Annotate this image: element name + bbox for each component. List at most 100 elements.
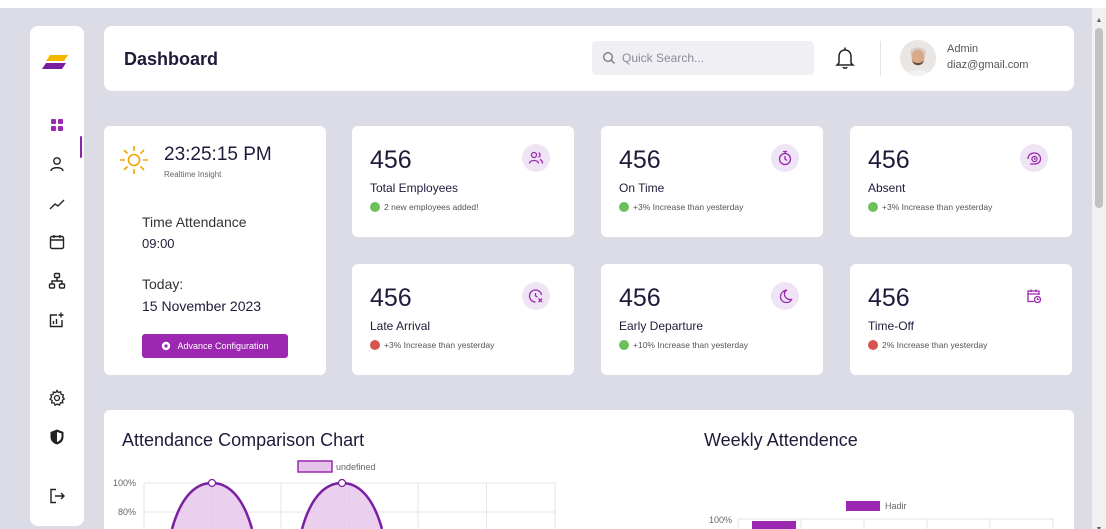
scroll-up-arrow[interactable]: ▲ — [1095, 17, 1103, 25]
sidebar-item-analytics[interactable] — [47, 194, 67, 214]
sidebar-item-users[interactable] — [47, 154, 67, 174]
stat-icon-badge — [522, 144, 550, 172]
user-name: Admin — [947, 43, 979, 55]
weekly-grid — [737, 518, 1054, 529]
trend-down-dot — [868, 340, 878, 350]
today-date: 15 November 2023 — [142, 298, 262, 314]
stat-note-text: +3% Increase than yesterday — [384, 340, 495, 350]
stat-icon-badge — [1020, 282, 1048, 310]
y-tick-label: 80% — [118, 507, 136, 517]
stat-card-late-arrival: 456 Late Arrival +3% Increase than yeste… — [352, 264, 574, 375]
trend-up-dot — [619, 202, 629, 212]
stat-card-total-employees: 456 Total Employees 2 new employees adde… — [352, 126, 574, 237]
time-attendance-label: Time Attendance — [142, 214, 247, 230]
sidebar-item-dashboard[interactable] — [47, 115, 67, 135]
search-input[interactable] — [622, 51, 802, 65]
sidebar-item-logout[interactable] — [47, 486, 67, 506]
stat-label: Late Arrival — [370, 319, 431, 333]
today-label: Today: — [142, 276, 184, 292]
stat-icon-badge — [522, 282, 550, 310]
stat-note-text: +3% Increase than yesterday — [882, 202, 993, 212]
attendance-charts-card: Attendance Comparison Chart Weekly Atten… — [104, 410, 1074, 529]
stat-value: 456 — [868, 146, 910, 174]
stat-card-absent: 456 Absent +3% Increase than yesterday — [850, 126, 1072, 237]
time-attendance-value: 09:00 — [142, 236, 175, 251]
sidebar — [30, 26, 84, 526]
data-point[interactable] — [207, 478, 217, 488]
user-email: diaz@gmail.com — [947, 59, 1029, 71]
trend-up-dot — [370, 202, 380, 212]
app-logo — [42, 55, 68, 69]
advance-configuration-label: Advance Configuration — [177, 341, 269, 351]
bell-icon[interactable] — [834, 46, 856, 70]
legend-label: undefined — [336, 462, 376, 472]
stat-note-text: +3% Increase than yesterday — [633, 202, 744, 212]
stat-value: 456 — [619, 284, 661, 312]
stat-note: 2 new employees added! — [370, 202, 479, 212]
clock-circle-icon — [1027, 152, 1042, 165]
stat-value: 456 — [868, 284, 910, 312]
page-title: Dashboard — [124, 49, 219, 69]
stat-note: +3% Increase than yesterday — [370, 340, 494, 350]
charts-canvas: undefined 100% 80% Hadir 100% — [113, 460, 1054, 529]
trend-down-dot — [370, 340, 380, 350]
user-icon — [50, 157, 64, 172]
header-divider — [880, 41, 881, 76]
sidebar-item-organization[interactable] — [47, 271, 67, 291]
trend-up-dot — [868, 202, 878, 212]
calendar-icon — [49, 235, 65, 250]
users-icon — [528, 151, 544, 164]
stat-note: +10% Increase than yesterday — [619, 340, 748, 350]
scroll-thumb[interactable] — [1095, 28, 1103, 208]
y-tick-label: 100% — [709, 515, 732, 525]
stat-icon-badge — [771, 144, 799, 172]
add-report-icon — [49, 312, 64, 328]
stat-value: 456 — [619, 146, 661, 174]
bar[interactable] — [752, 521, 796, 529]
legend-swatch — [297, 460, 333, 473]
stat-icon-badge — [771, 282, 799, 310]
avatar[interactable] — [900, 40, 936, 76]
comparison-area-series — [170, 478, 384, 529]
stat-note: +3% Increase than yesterday — [868, 202, 992, 212]
browser-top-strip — [0, 0, 1106, 8]
trend-icon — [49, 199, 65, 210]
area-fill — [172, 483, 252, 529]
search-box[interactable] — [592, 41, 814, 75]
data-point[interactable] — [337, 478, 347, 488]
stat-label: Absent — [868, 181, 906, 195]
top-header: Dashboard Admin diaz@gmail.com — [104, 26, 1074, 91]
stat-note-text: 2% Increase than yesterday — [882, 340, 988, 350]
sidebar-item-security[interactable] — [47, 427, 67, 447]
gear-icon — [49, 389, 66, 407]
avatar-image — [900, 40, 936, 76]
trend-up-dot — [619, 340, 629, 350]
stat-note: 2% Increase than yesterday — [868, 340, 987, 350]
search-icon — [603, 52, 615, 64]
sidebar-item-reports[interactable] — [47, 310, 67, 330]
sun-icon — [120, 146, 148, 174]
stat-label: Total Employees — [370, 181, 459, 195]
advance-configuration-button[interactable]: Advance Configuration — [142, 334, 288, 358]
stat-label: On Time — [619, 181, 665, 195]
stat-note: +3% Increase than yesterday — [619, 202, 743, 212]
stat-label: Early Departure — [619, 319, 704, 333]
stat-value: 456 — [370, 284, 412, 312]
stat-card-time-off: 456 Time-Off 2% Increase than yesterday — [850, 264, 1072, 375]
logout-icon — [50, 488, 65, 504]
moon-icon — [779, 289, 793, 304]
stopwatch-icon — [778, 150, 792, 166]
active-indicator — [80, 136, 82, 158]
stat-card-early-departure: 456 Early Departure +10% Increase than y… — [601, 264, 823, 375]
org-chart-icon — [48, 272, 66, 289]
clock-x-icon — [528, 289, 543, 303]
legend-swatch — [846, 501, 880, 511]
page-scrollbar[interactable]: ▲ ▼ — [1092, 8, 1106, 529]
stat-icon-badge — [1020, 144, 1048, 172]
shield-icon — [50, 429, 64, 445]
grid-icon — [51, 119, 63, 131]
area-fill — [302, 483, 382, 529]
realtime-clock: 23:25:15 PM — [164, 144, 272, 165]
sidebar-item-calendar[interactable] — [47, 232, 67, 252]
sidebar-item-settings[interactable] — [47, 388, 67, 408]
